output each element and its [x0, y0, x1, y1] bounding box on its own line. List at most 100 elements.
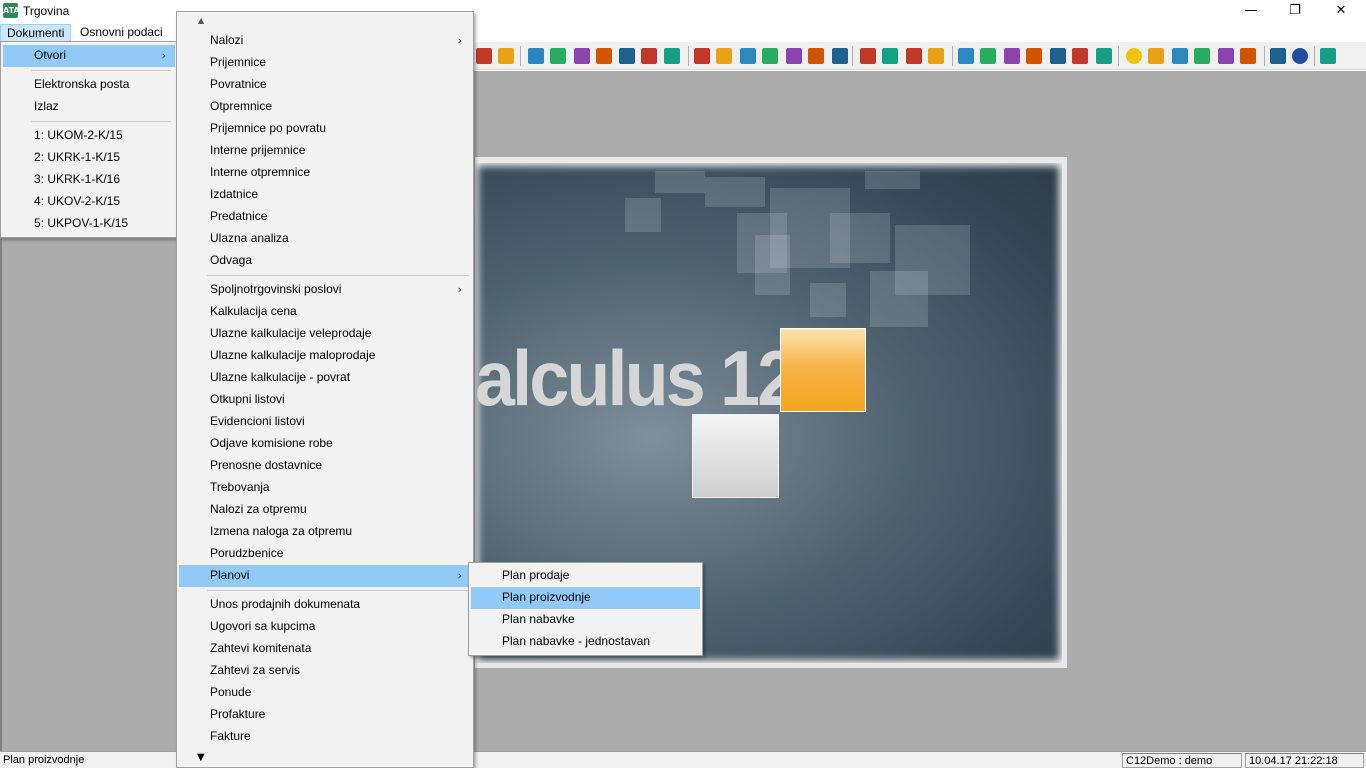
- menu-item-elektronska-posta[interactable]: Elektronska posta: [3, 74, 175, 96]
- menu-item-interne-prijemnice[interactable]: Interne prijemnice: [179, 140, 471, 162]
- menu-item-zahtevi-komitenata[interactable]: Zahtevi komitenata: [179, 638, 471, 660]
- envelope-icon[interactable]: [694, 48, 710, 64]
- doc-fwd-icon[interactable]: [619, 48, 635, 64]
- menu-item-nalozi-za-otpremu[interactable]: Nalozi za otpremu: [179, 499, 471, 521]
- menu-item-fakture[interactable]: Fakture: [179, 726, 471, 748]
- menu-item-porudzbenice[interactable]: Porudzbenice: [179, 543, 471, 565]
- menu-item-izdatnice[interactable]: Izdatnice: [179, 184, 471, 206]
- menu-item-prenosne-dostavnice[interactable]: Prenosne dostavnice: [179, 455, 471, 477]
- pencil-icon[interactable]: [716, 48, 732, 64]
- doc-back-icon[interactable]: [596, 48, 612, 64]
- help-icon[interactable]: [1292, 48, 1308, 64]
- menu-item-izlaz[interactable]: Izlaz: [3, 96, 175, 118]
- doc-red-icon[interactable]: [528, 48, 544, 64]
- menu-item-3-ukrk-1-k-16[interactable]: 3: UKRK-1-K/16: [3, 169, 175, 191]
- copy-icon[interactable]: [1004, 48, 1020, 64]
- stack-icon[interactable]: [1194, 48, 1210, 64]
- decor-square: [870, 271, 928, 327]
- menu-item-zahtevi-za-servis[interactable]: Zahtevi za servis: [179, 660, 471, 682]
- menu-item-label: Zahtevi komitenata: [210, 641, 312, 655]
- calc-icon[interactable]: [1096, 48, 1112, 64]
- heart-icon[interactable]: [1240, 48, 1256, 64]
- menu-item-povratnice[interactable]: Povratnice: [179, 74, 471, 96]
- close-button[interactable]: ✕: [1318, 0, 1364, 22]
- folder-icon[interactable]: [860, 48, 876, 64]
- restore-button[interactable]: ❐: [1272, 0, 1318, 22]
- doc-alert-icon[interactable]: [882, 48, 898, 64]
- menu-item-ulazne-kalkulacije-veleprodaje[interactable]: Ulazne kalkulacije veleprodaje: [179, 323, 471, 345]
- menu-item-2-ukrk-1-k-15[interactable]: 2: UKRK-1-K/15: [3, 147, 175, 169]
- gear-icon[interactable]: [1148, 48, 1164, 64]
- menu-item-label: 5: UKPOV-1-K/15: [34, 216, 129, 230]
- doc-in-icon[interactable]: [550, 48, 566, 64]
- menu-item-nalozi[interactable]: Nalozi ›: [179, 30, 471, 52]
- menu-item-plan-prodaje[interactable]: Plan prodaje: [471, 565, 700, 587]
- report-icon[interactable]: [1026, 48, 1042, 64]
- doc-delete-icon[interactable]: [762, 48, 778, 64]
- layout-icon[interactable]: [980, 48, 996, 64]
- table-icon[interactable]: [1072, 48, 1088, 64]
- arrow-right-icon[interactable]: [641, 48, 657, 64]
- chart-icon[interactable]: [1050, 48, 1066, 64]
- menu-item-kalkulacija-cena[interactable]: Kalkulacija cena: [179, 301, 471, 323]
- disk-icon[interactable]: [786, 48, 802, 64]
- doc-edit-icon[interactable]: [740, 48, 756, 64]
- menu-item-label: Evidencioni listovi: [210, 414, 305, 428]
- menu-item-label: Plan prodaje: [502, 568, 570, 582]
- menu-item-odvaga[interactable]: Odvaga: [179, 250, 471, 272]
- menu-item-label: Ulazne kalkulacije maloprodaje: [210, 348, 376, 362]
- export-icon[interactable]: [1270, 48, 1286, 64]
- menu-item-izmena-naloga-za-otpremu[interactable]: Izmena naloga za otpremu: [179, 521, 471, 543]
- menu-item-trebovanja[interactable]: Trebovanja: [179, 477, 471, 499]
- menu-item-ulazne-kalkulacije-maloprodaje[interactable]: Ulazne kalkulacije maloprodaje: [179, 345, 471, 367]
- menu-item-1-ukom-2-k-15[interactable]: 1: UKOM-2-K/15: [3, 125, 175, 147]
- menu-item-ulazne-kalkulacije-povrat[interactable]: Ulazne kalkulacije - povrat: [179, 367, 471, 389]
- menu-item-ugovori-sa-kupcima[interactable]: Ugovori sa kupcima: [179, 616, 471, 638]
- menu-item-prijemnice[interactable]: Prijemnice: [179, 52, 471, 74]
- menu-item-label: Plan nabavke: [502, 612, 575, 626]
- menu-item-label: Zahtevi za servis: [210, 663, 301, 677]
- menu-item-otvori[interactable]: Otvori ›: [3, 45, 175, 67]
- menu-item-planovi[interactable]: Planovi ›: [179, 565, 471, 587]
- menu-item-prijemnice-po-povratu[interactable]: Prijemnice po povratu: [179, 118, 471, 140]
- tree-icon[interactable]: [906, 48, 922, 64]
- menu-item-ponude[interactable]: Ponude: [179, 682, 471, 704]
- menu-item-label: Plan proizvodnje: [502, 590, 591, 604]
- grid-icon[interactable]: [928, 48, 944, 64]
- check-icon[interactable]: [476, 48, 492, 64]
- menu-item-plan-proizvodnje[interactable]: Plan proizvodnje: [471, 587, 700, 609]
- menu-item-odjave-komisione-robe[interactable]: Odjave komisione robe: [179, 433, 471, 455]
- menu-item-4-ukov-2-k-15[interactable]: 4: UKOV-2-K/15: [3, 191, 175, 213]
- scroll-down-icon[interactable]: ▼: [197, 752, 205, 763]
- arrow-left-icon[interactable]: [664, 48, 680, 64]
- doc-out-icon[interactable]: [574, 48, 590, 64]
- exit-icon[interactable]: [1320, 48, 1336, 64]
- menu-item-unos-prodajnih-dokumenata[interactable]: Unos prodajnih dokumenata: [179, 594, 471, 616]
- menu-dokumenti[interactable]: Dokumenti: [0, 24, 72, 42]
- star-icon[interactable]: [498, 48, 514, 64]
- menu-item-plan-nabavke[interactable]: Plan nabavke: [471, 609, 700, 631]
- menu-item-5-ukpov-1-k-15[interactable]: 5: UKPOV-1-K/15: [3, 213, 175, 235]
- menu-item-profakture[interactable]: Profakture: [179, 704, 471, 726]
- menu-item-spoljnotrgovinski-poslovi[interactable]: Spoljnotrgovinski poslovi ›: [179, 279, 471, 301]
- doc-blue-icon[interactable]: [832, 48, 848, 64]
- menu-item-ulazna-analiza[interactable]: Ulazna analiza: [179, 228, 471, 250]
- menu-item-predatnice[interactable]: Predatnice: [179, 206, 471, 228]
- menu-osnovni-podaci[interactable]: Osnovni podaci: [74, 24, 169, 42]
- decor-square: [655, 171, 705, 193]
- disk-green-icon[interactable]: [808, 48, 824, 64]
- minimize-button[interactable]: —: [1228, 0, 1274, 22]
- scroll-up-icon[interactable]: ▲: [198, 16, 204, 25]
- menu-item-interne-otpremnice[interactable]: Interne otpremnice: [179, 162, 471, 184]
- menu-item-evidencioni-listovi[interactable]: Evidencioni listovi: [179, 411, 471, 433]
- menu-item-plan-nabavke-jednostavan[interactable]: Plan nabavke - jednostavan: [471, 631, 700, 653]
- bulb-icon[interactable]: [1126, 48, 1142, 64]
- window-icon[interactable]: [958, 48, 974, 64]
- money-icon[interactable]: [1218, 48, 1234, 64]
- menu-item-label: Profakture: [210, 707, 266, 721]
- decor-square: [705, 177, 765, 207]
- decor-square: [865, 171, 920, 189]
- menu-item-otpremnice[interactable]: Otpremnice: [179, 96, 471, 118]
- menu-item-otkupni-listovi[interactable]: Otkupni listovi: [179, 389, 471, 411]
- tag-icon[interactable]: [1172, 48, 1188, 64]
